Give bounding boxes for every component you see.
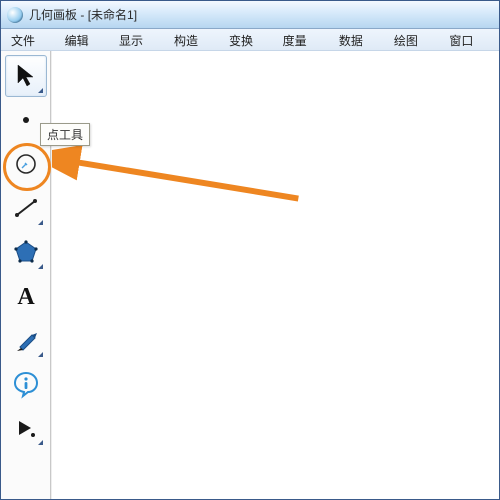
sketch-canvas[interactable]: 点工具 [51,51,499,499]
menu-transform[interactable]: 变换(T) [221,29,275,50]
menu-construct[interactable]: 构造(C) [166,29,221,50]
flyout-indicator-icon [38,264,43,269]
tool-marker[interactable] [5,319,47,361]
info-icon [11,369,41,399]
marker-icon [11,325,41,355]
flyout-indicator-icon [38,440,43,445]
menu-data[interactable]: 数据(N) [331,29,386,50]
menu-file[interactable]: 文件(F) [3,29,57,50]
app-name: 几何画板 [29,8,77,22]
flyout-indicator-icon [38,88,43,93]
menu-edit[interactable]: 编辑(E) [57,29,111,50]
menu-bar: 文件(F) 编辑(E) 显示(D) 构造(C) 变换(T) 度量(M) 数据(N… [1,29,499,51]
cursor-icon [11,61,41,91]
tool-text[interactable]: A [5,275,47,317]
compass-icon [11,149,41,179]
tooltip-point-tool: 点工具 [40,123,90,146]
annotation-arrow [52,51,499,499]
segment-icon [11,193,41,223]
menu-display[interactable]: 显示(D) [111,29,166,50]
app-icon [7,7,23,23]
tool-selection-arrow[interactable] [5,55,47,97]
document-name: [未命名1] [88,8,137,22]
tool-custom[interactable] [5,407,47,449]
svg-text:A: A [17,284,35,310]
custom-tool-icon [11,413,41,443]
tool-polygon[interactable] [5,231,47,273]
flyout-indicator-icon [38,220,43,225]
text-icon: A [11,281,41,311]
point-icon [11,105,41,135]
tool-palette: A [1,51,51,499]
menu-measure[interactable]: 度量(M) [275,29,331,50]
polygon-icon [11,237,41,267]
window-title: 几何画板 - [未命名1] [29,6,137,23]
menu-window[interactable]: 窗口(G) [441,29,497,50]
title-bar: 几何画板 - [未命名1] [1,1,499,29]
tool-straightedge[interactable] [5,187,47,229]
menu-graph[interactable]: 绘图(G) [386,29,442,50]
flyout-indicator-icon [38,352,43,357]
tool-information[interactable] [5,363,47,405]
tool-compass[interactable] [5,143,47,185]
